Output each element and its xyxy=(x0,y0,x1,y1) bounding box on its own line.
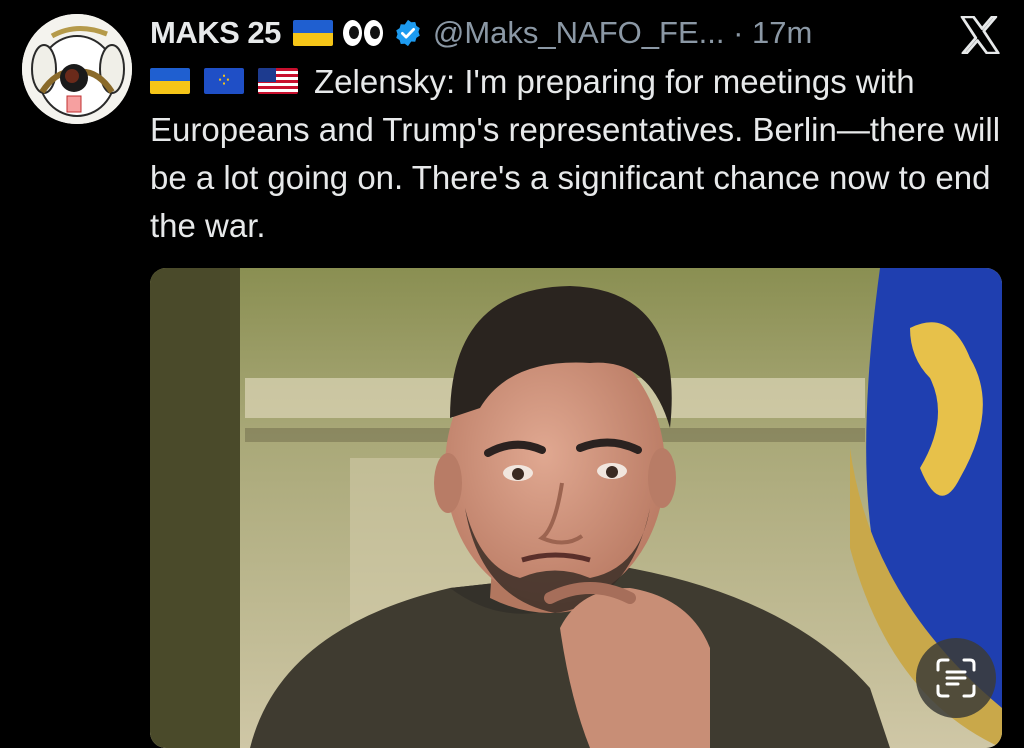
visual-lookup-button[interactable] xyxy=(916,638,996,718)
flag-emojis xyxy=(150,68,298,95)
ukraine-flag-icon xyxy=(150,68,190,95)
zelensky-photo-illustration xyxy=(150,268,1002,748)
tweet-header: MAKS 25 @Maks_NAFO_FE... · 17m xyxy=(150,10,1010,56)
visual-lookup-icon xyxy=(936,658,976,698)
eu-flag-icon xyxy=(204,68,244,95)
ukraine-flag-icon xyxy=(292,20,333,46)
separator-dot: · xyxy=(733,15,744,50)
author-handle[interactable]: @Maks_NAFO_FE... · 17m xyxy=(433,15,812,51)
us-flag-icon xyxy=(258,68,298,95)
author-avatar[interactable] xyxy=(22,14,132,124)
verified-badge-icon xyxy=(396,19,420,47)
x-logo-icon[interactable] xyxy=(960,16,1002,54)
tweet-text: Zelensky: I'm preparing for meetings wit… xyxy=(150,58,1010,250)
tweet-photo[interactable] xyxy=(150,268,1002,748)
avatar-dog-illustration xyxy=(22,14,132,124)
author-name[interactable]: MAKS 25 xyxy=(150,15,281,51)
eyes-icon xyxy=(342,20,383,46)
post-time[interactable]: 17m xyxy=(752,15,812,50)
